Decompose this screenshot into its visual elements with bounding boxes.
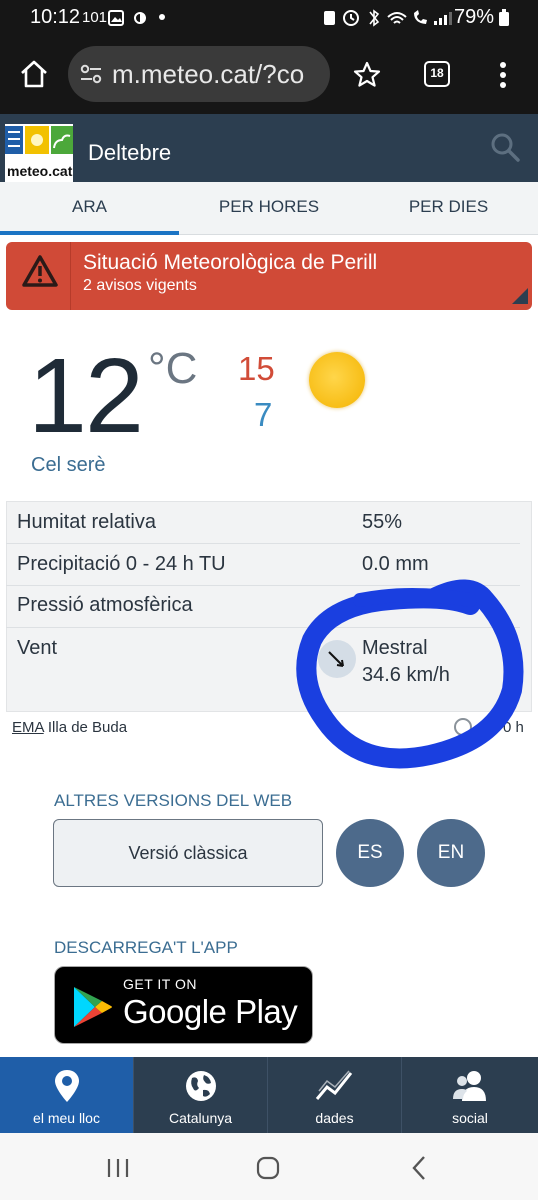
status-icons xyxy=(324,9,452,27)
nav-dades[interactable]: dades xyxy=(268,1057,402,1133)
language-es-button[interactable]: ES xyxy=(336,819,404,887)
wind-arrow-icon xyxy=(328,651,344,667)
temperature-unit: °C xyxy=(148,344,198,393)
current-temperature: 12 xyxy=(28,337,144,455)
system-navigation-bar xyxy=(0,1133,538,1200)
data-saver-icon xyxy=(134,12,146,24)
address-bar[interactable]: m.meteo.cat/?co xyxy=(68,46,330,102)
notification-count: 101 xyxy=(82,9,108,26)
dot-icon xyxy=(159,14,165,20)
bookmark-star-icon[interactable] xyxy=(353,61,381,89)
wind-name: Mestral xyxy=(362,637,428,659)
battery-icon xyxy=(499,9,509,26)
row-value: 0.0 mm xyxy=(362,553,429,575)
classic-version-button[interactable]: Versió clàssica xyxy=(53,819,323,887)
status-bar: 10:12 101 79% xyxy=(0,0,538,36)
bottom-navigation: el meu lloc Catalunya dades social xyxy=(0,1057,538,1133)
table-row: Precipitació 0 - 24 h TU 0.0 mm xyxy=(6,544,520,586)
forecast-tabs: ARA PER HORES PER DIES xyxy=(0,182,538,235)
nav-label: Catalunya xyxy=(168,1110,233,1126)
site-settings-icon[interactable] xyxy=(80,64,102,84)
station-info[interactable]: EMA Illa de Buda xyxy=(12,719,127,736)
row-label: Precipitació 0 - 24 h TU xyxy=(17,553,226,575)
google-play-icon xyxy=(74,987,112,1027)
language-en-button[interactable]: EN xyxy=(417,819,485,887)
nav-catalunya[interactable]: Catalunya xyxy=(134,1057,268,1133)
table-row: Pressió atmosfèrica xyxy=(6,586,520,628)
google-play-badge[interactable]: GET IT ON Google Play xyxy=(54,966,313,1044)
corner-expand-icon xyxy=(512,288,528,304)
back-icon[interactable] xyxy=(410,1155,428,1181)
globe-icon xyxy=(185,1071,216,1101)
gallery-icon xyxy=(108,10,124,26)
home-icon[interactable] xyxy=(19,59,49,89)
recent-apps-icon[interactable] xyxy=(106,1157,130,1179)
browser-toolbar: m.meteo.cat/?co 18 xyxy=(0,36,538,114)
location-name[interactable]: Deltebre xyxy=(88,140,171,166)
max-temperature: 15 xyxy=(238,350,275,387)
meteo-logo[interactable]: meteo.cat xyxy=(5,124,73,182)
min-temperature: 7 xyxy=(254,396,273,433)
row-label: Pressió atmosfèrica xyxy=(17,594,193,616)
tab-per-hores[interactable]: PER HORES xyxy=(179,182,359,235)
url-text: m.meteo.cat/?co xyxy=(112,59,305,89)
alert-divider xyxy=(70,242,71,310)
observation-hour: 0 h xyxy=(503,719,524,736)
app-header: meteo.cat Deltebre xyxy=(0,114,538,182)
badge-small-text: GET IT ON xyxy=(123,976,197,992)
tab-switcher-button[interactable]: 18 xyxy=(424,61,450,87)
tab-ara[interactable]: ARA xyxy=(0,182,179,235)
status-time: 10:12 xyxy=(30,6,81,28)
nav-social[interactable]: social xyxy=(402,1057,538,1133)
row-label: Humitat relativa xyxy=(17,511,156,533)
tab-per-dies[interactable]: PER DIES xyxy=(359,182,538,235)
logo-emblem-icon xyxy=(5,126,73,154)
users-icon xyxy=(453,1071,486,1101)
row-value: 55% xyxy=(362,511,403,533)
search-icon[interactable] xyxy=(490,132,520,162)
nav-label: social xyxy=(452,1110,488,1126)
wind-direction-indicator xyxy=(318,640,356,678)
badge-big-text: Google Play xyxy=(123,993,298,1030)
sky-condition: Cel serè xyxy=(31,454,106,476)
nav-label: dades xyxy=(315,1110,354,1126)
station-name: Illa de Buda xyxy=(47,719,128,736)
danger-alert-banner[interactable]: Situació Meteorològica de Perill 2 aviso… xyxy=(6,242,532,310)
nav-label: el meu lloc xyxy=(33,1110,100,1126)
battery-level: 79% xyxy=(453,6,494,28)
download-app-title: DESCARREGA'T L'APP xyxy=(54,938,238,957)
alert-title: Situació Meteorològica de Perill xyxy=(83,251,378,274)
logo-text: meteo.cat xyxy=(7,163,73,179)
versions-title: ALTRES VERSIONS DEL WEB xyxy=(54,791,293,810)
location-pin-icon xyxy=(54,1070,79,1102)
warning-icon xyxy=(22,255,58,287)
wind-speed: 34.6 km/h xyxy=(362,664,450,686)
sun-icon xyxy=(309,352,365,408)
nav-el-meu-lloc[interactable]: el meu lloc xyxy=(0,1057,134,1133)
alert-subtitle: 2 avisos vigents xyxy=(83,277,197,294)
more-options-icon[interactable] xyxy=(498,61,508,89)
chart-line-icon xyxy=(315,1070,352,1100)
table-row: Vent Mestral 34.6 km/h xyxy=(6,628,520,710)
station-abbr: EMA xyxy=(12,719,44,736)
table-row: Humitat relativa 55% xyxy=(6,502,520,544)
home-nav-icon[interactable] xyxy=(256,1156,280,1180)
row-label: Vent xyxy=(17,637,58,659)
clock-icon xyxy=(454,718,472,736)
